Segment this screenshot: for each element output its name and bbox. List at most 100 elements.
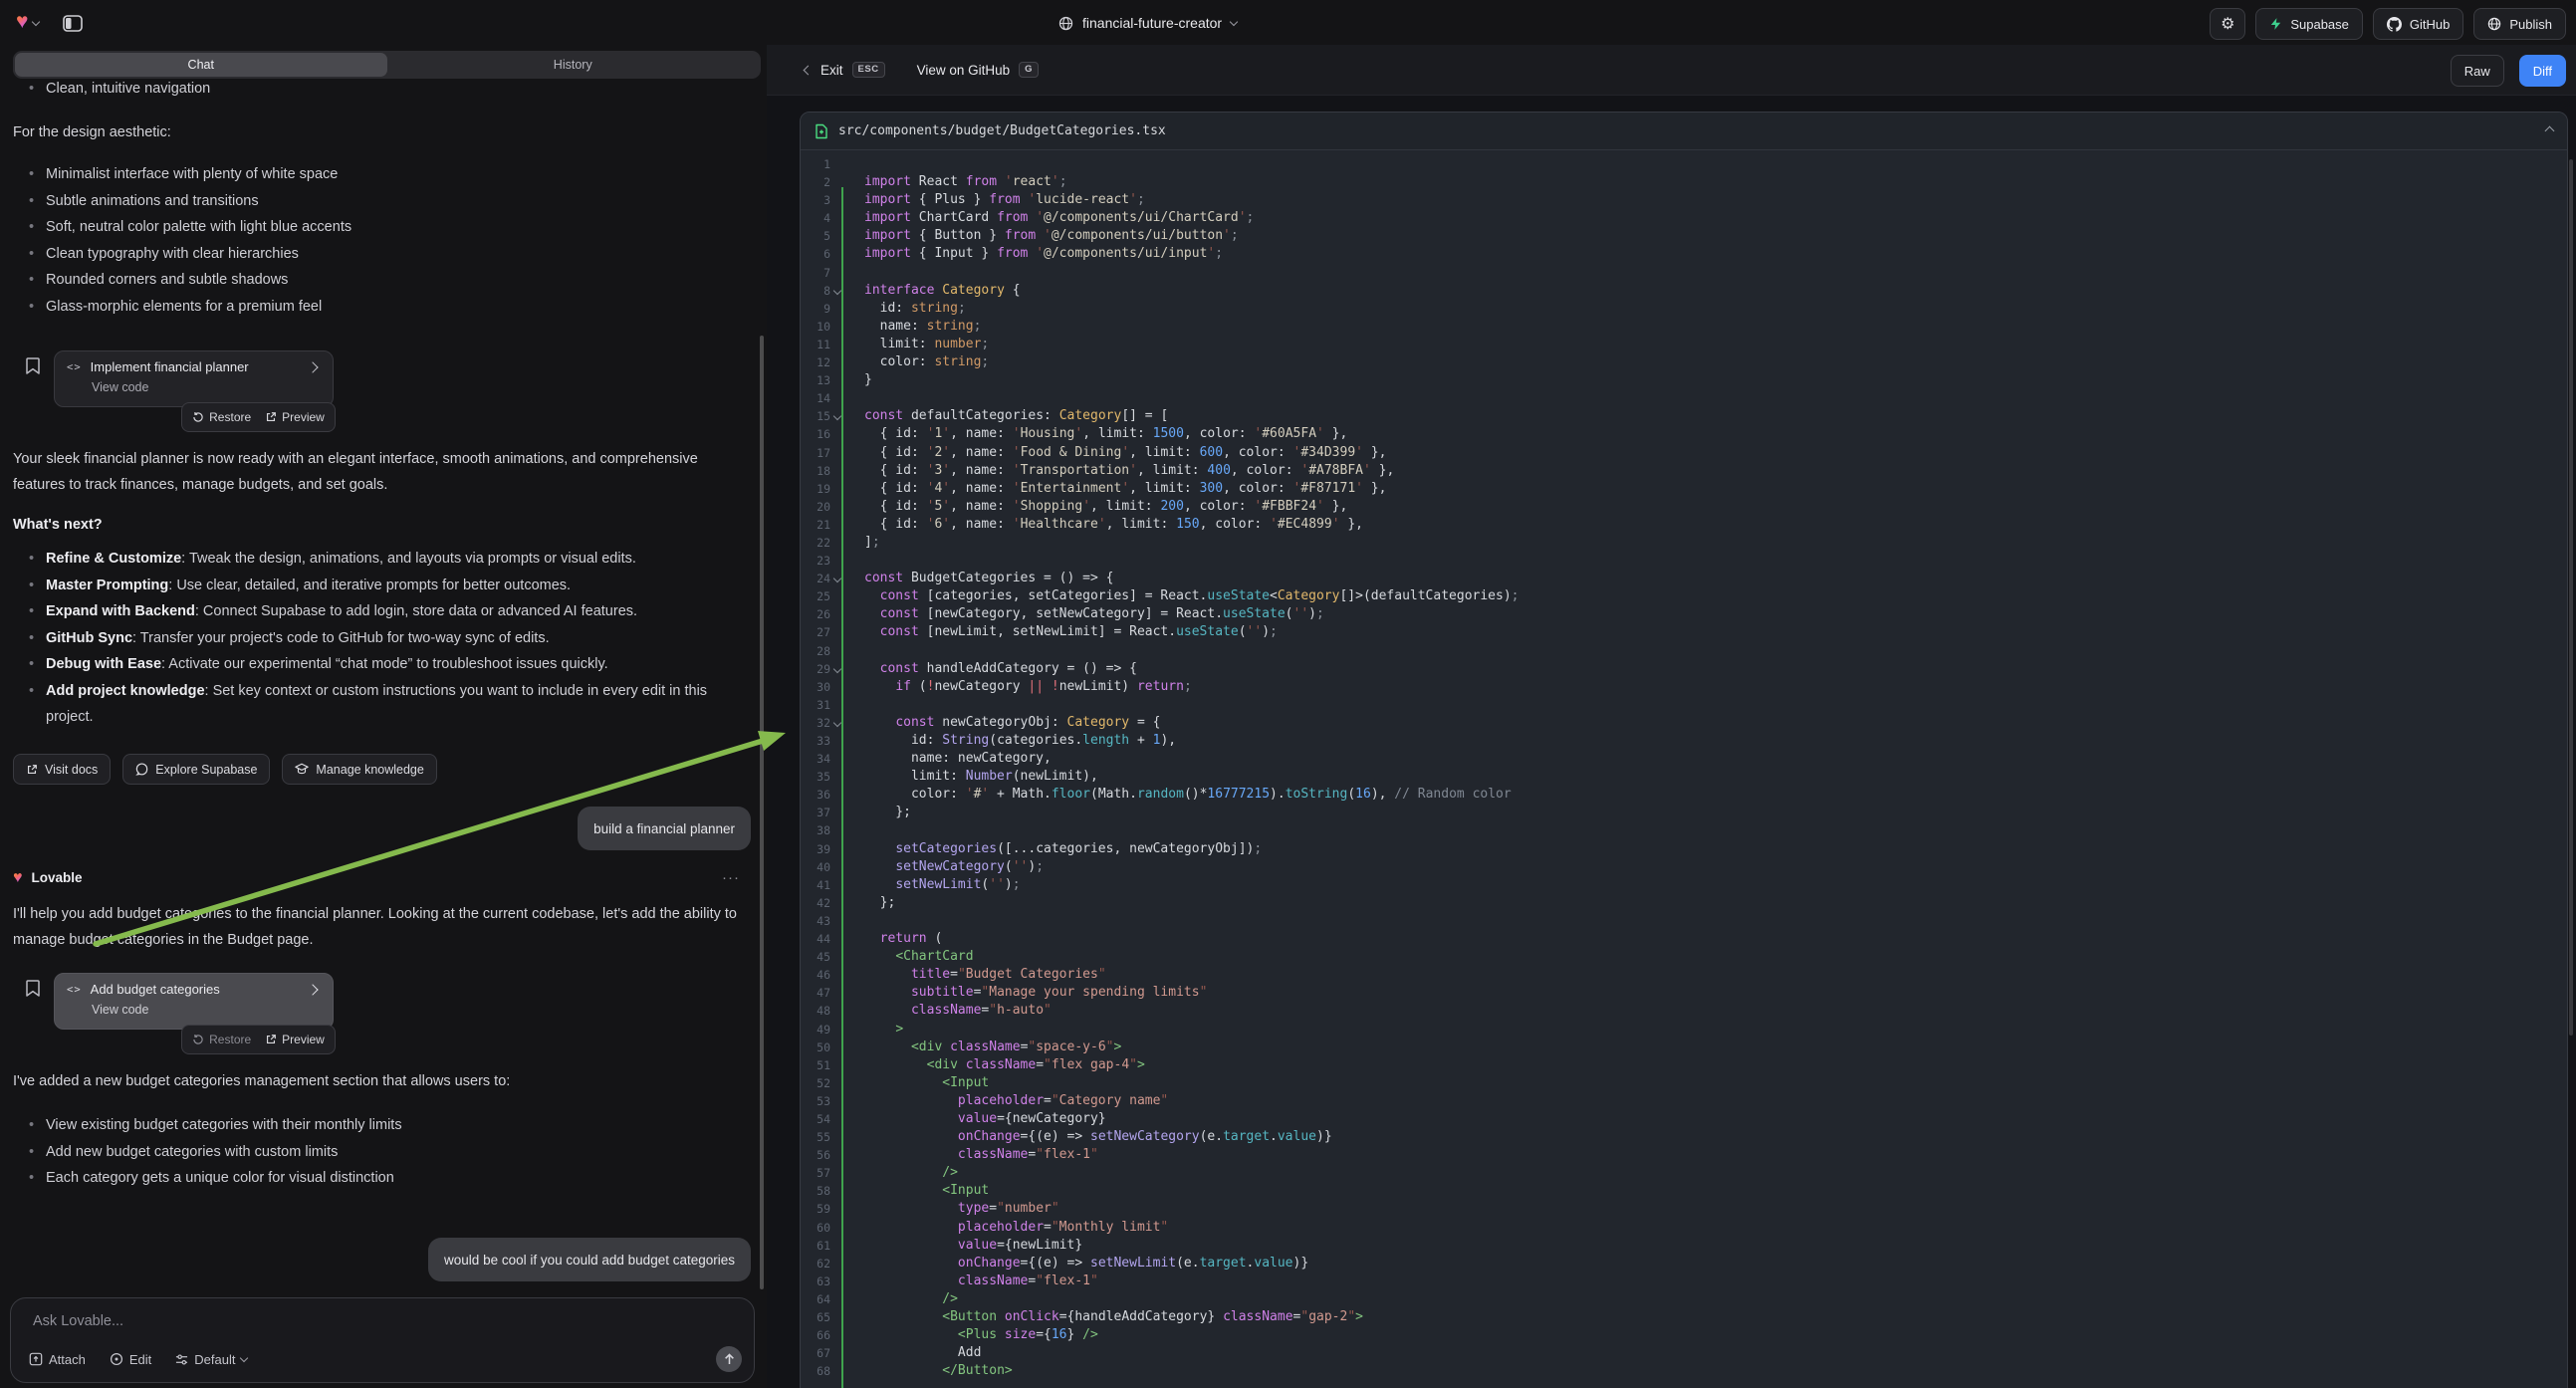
code-line: 47 subtitle="Manage your spending limits… [801, 984, 2567, 1002]
publish-button[interactable]: Publish [2473, 8, 2566, 40]
restore-button[interactable]: Restore [192, 410, 251, 424]
code-line: 8interface Category { [801, 282, 2567, 300]
explore-supabase-button[interactable]: Explore Supabase [122, 754, 270, 785]
scrolled-bullet: Clean, intuitive navigation [29, 76, 726, 103]
github-icon [2387, 17, 2402, 32]
chevron-right-icon [307, 984, 318, 995]
code-line: 51 <div className="flex gap-4"> [801, 1056, 2567, 1074]
assistant-reply-intro: I'll help you add budget categories to t… [13, 902, 755, 953]
bookmark-icon[interactable] [24, 979, 42, 999]
line-number: 8 [801, 282, 830, 300]
code-line: 61 value={newLimit} [801, 1237, 2567, 1255]
view-on-github-link[interactable]: View on GitHub [917, 63, 1011, 78]
code-line: 41 setNewLimit(''); [801, 876, 2567, 894]
target-circle-icon [110, 1352, 123, 1366]
chevron-right-icon [307, 361, 318, 372]
code-line: 39 setCategories([...categories, newCate… [801, 840, 2567, 858]
whats-next-item: Refine & Customize: Tweak the design, an… [29, 546, 750, 573]
line-number: 20 [801, 498, 830, 516]
line-number: 66 [801, 1326, 830, 1344]
exit-button[interactable]: Exit [820, 63, 843, 78]
line-number: 68 [801, 1362, 830, 1380]
line-number: 48 [801, 1002, 830, 1020]
attach-image-icon [29, 1352, 43, 1366]
lovable-logo-icon[interactable]: ♥ [16, 11, 28, 32]
line-number: 13 [801, 371, 830, 389]
publish-globe-icon [2487, 17, 2501, 31]
logo-chevron-down-icon[interactable] [32, 17, 40, 25]
line-number: 14 [801, 389, 830, 407]
line-number: 16 [801, 425, 830, 443]
edit-mode-button[interactable]: Edit [110, 1352, 151, 1367]
edit-card-implement-planner[interactable]: <> Implement financial planner View code [54, 350, 334, 407]
line-number: 39 [801, 840, 830, 858]
line-number: 60 [801, 1219, 830, 1237]
manage-knowledge-button[interactable]: Manage knowledge [282, 754, 436, 785]
line-number: 51 [801, 1056, 830, 1074]
settings-button[interactable]: ⚙ [2210, 8, 2245, 40]
visit-docs-button[interactable]: Visit docs [13, 754, 111, 785]
arrow-up-icon [724, 1353, 735, 1365]
code-line: 12 color: string; [801, 353, 2567, 371]
diff-toggle-button[interactable]: Diff [2519, 55, 2566, 87]
supabase-label: Supabase [2290, 17, 2349, 32]
code-line: 25 const [categories, setCategories] = R… [801, 587, 2567, 605]
view-code-link[interactable]: View code [92, 380, 321, 394]
panel-icon [63, 15, 83, 32]
whats-next-item: Add project knowledge: Set key context o… [29, 678, 750, 731]
attach-button[interactable]: Attach [29, 1352, 86, 1367]
code-line: 42 }; [801, 894, 2567, 912]
tab-history[interactable]: History [387, 53, 760, 77]
line-number: 46 [801, 966, 830, 984]
code-header: Exit ESC View on GitHub G Raw Diff [767, 45, 2576, 96]
bookmark-icon[interactable] [24, 356, 42, 376]
edit-card-add-budget-categories[interactable]: <> Add budget categories View code [54, 973, 334, 1030]
code-panel: Exit ESC View on GitHub G Raw Diff src/c… [767, 45, 2576, 1388]
code-line: 36 color: '#' + Math.floor(Math.random()… [801, 786, 2567, 804]
back-chevron-icon [804, 65, 814, 75]
file-path-bar[interactable]: src/components/budget/BudgetCategories.t… [801, 113, 2567, 150]
collapse-chevron-up-icon[interactable] [2545, 126, 2555, 136]
restore-button[interactable]: Restore [192, 1033, 251, 1046]
github-button[interactable]: GitHub [2373, 8, 2463, 40]
code-line: 28 [801, 642, 2567, 660]
project-switcher[interactable]: financial-future-creator [1058, 8, 1237, 38]
code-line: 29 const handleAddCategory = () => { [801, 660, 2567, 678]
raw-toggle-button[interactable]: Raw [2451, 55, 2504, 87]
code-line: 46 title="Budget Categories" [801, 966, 2567, 984]
code-scrollbar[interactable] [2569, 159, 2573, 1036]
composer-input[interactable]: Ask Lovable... [33, 1313, 123, 1329]
message-more-menu[interactable]: ··· [722, 869, 740, 886]
code-line: 1 [801, 155, 2567, 173]
preview-button[interactable]: Preview [265, 410, 325, 424]
app-window: ♥ financial-future-creator ⚙ [0, 0, 2576, 1388]
line-number: 5 [801, 227, 830, 245]
chat-composer[interactable]: Ask Lovable... Attach Edit [10, 1297, 755, 1383]
line-number: 7 [801, 264, 830, 282]
line-number: 19 [801, 480, 830, 498]
line-number: 53 [801, 1092, 830, 1110]
code-line: 45 <ChartCard [801, 948, 2567, 966]
code-line: 23 [801, 552, 2567, 570]
chat-scrollbar[interactable] [760, 336, 764, 1289]
code-editor[interactable]: 12import React from 'react';3import { Pl… [801, 149, 2567, 1388]
line-number: 28 [801, 642, 830, 660]
preview-button[interactable]: Preview [265, 1033, 325, 1046]
edit-card-title: Add budget categories [91, 982, 220, 997]
project-chevron-down-icon [1230, 17, 1238, 25]
assistant-name: Lovable [32, 870, 83, 885]
line-number: 24 [801, 570, 830, 587]
send-button[interactable] [716, 1346, 742, 1372]
model-selector[interactable]: Default [175, 1352, 247, 1367]
tab-chat[interactable]: Chat [15, 53, 387, 77]
code-line: 68 </Button> [801, 1362, 2567, 1380]
code-line: 31 [801, 696, 2567, 714]
supabase-button[interactable]: Supabase [2255, 8, 2363, 40]
line-number: 18 [801, 462, 830, 480]
code-line: 18 { id: '3', name: 'Transportation', li… [801, 462, 2567, 480]
code-line: 16 { id: '1', name: 'Housing', limit: 15… [801, 425, 2567, 443]
view-code-link[interactable]: View code [92, 1003, 321, 1017]
sidebar-toggle-button[interactable] [60, 12, 86, 34]
user-message-add-categories: would be cool if you could add budget ca… [428, 1238, 751, 1281]
code-line: 67 Add [801, 1344, 2567, 1362]
